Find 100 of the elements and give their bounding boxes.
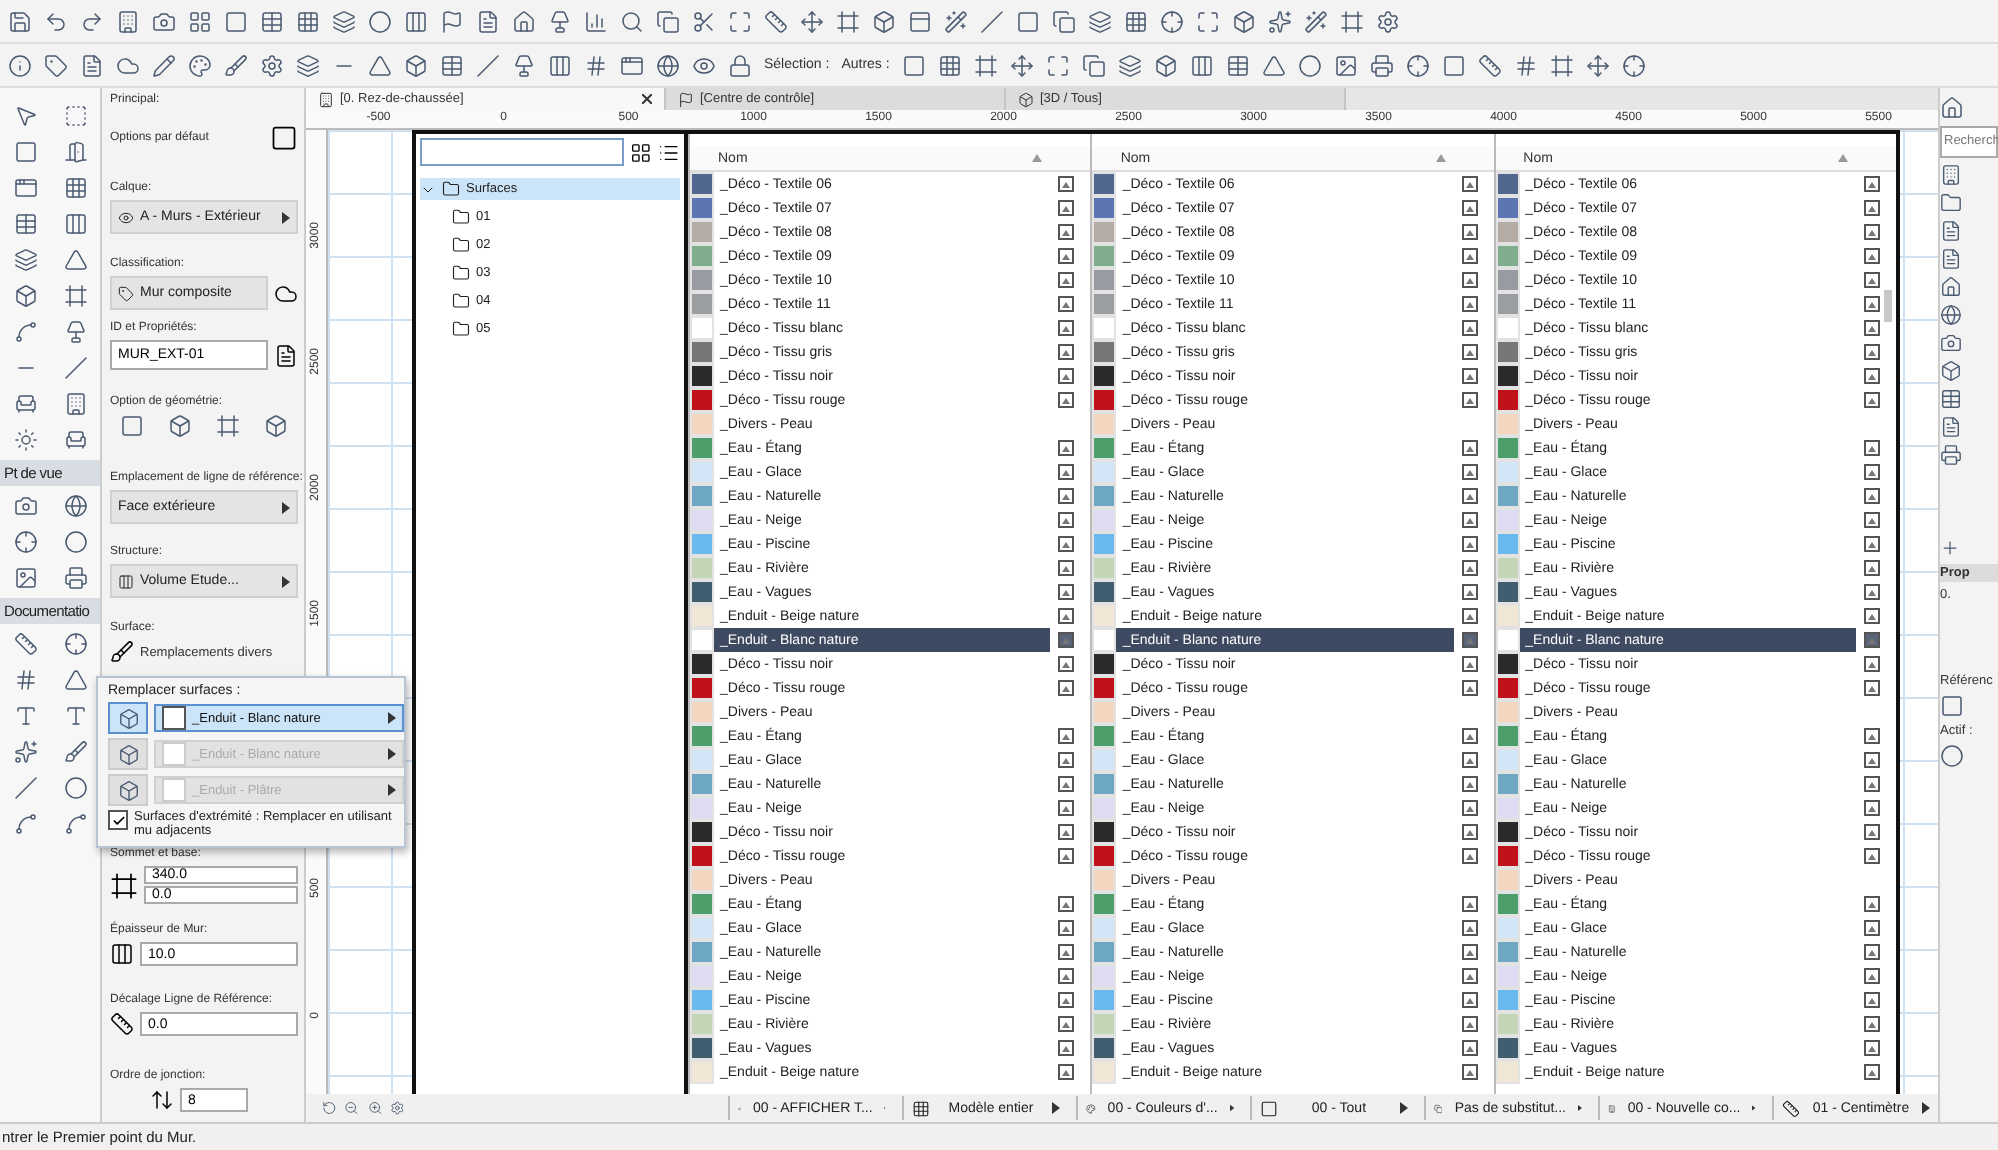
zoom-in-icon[interactable] bbox=[367, 1098, 382, 1118]
sun-icon[interactable] bbox=[13, 428, 37, 452]
roof-icon[interactable] bbox=[63, 248, 87, 272]
grid-icon[interactable] bbox=[188, 9, 212, 33]
cube-icon[interactable] bbox=[264, 414, 289, 438]
curve-icon[interactable] bbox=[13, 320, 37, 344]
crosshair-icon[interactable] bbox=[63, 632, 87, 656]
flag-icon[interactable] bbox=[440, 9, 464, 33]
table-icon[interactable] bbox=[13, 212, 37, 236]
circle-icon[interactable] bbox=[63, 530, 87, 554]
brush-icon[interactable] bbox=[110, 640, 134, 664]
image-icon[interactable] bbox=[13, 566, 37, 590]
wand-icon[interactable] bbox=[944, 9, 968, 33]
layers-icon[interactable] bbox=[1088, 9, 1112, 33]
eye-icon[interactable] bbox=[692, 53, 716, 77]
angle-icon[interactable] bbox=[63, 668, 87, 692]
tag-icon[interactable] bbox=[44, 53, 68, 77]
tag-icon[interactable] bbox=[118, 285, 134, 301]
globe-icon[interactable] bbox=[63, 494, 87, 518]
printer-icon[interactable] bbox=[1940, 444, 1962, 466]
house-icon[interactable] bbox=[1940, 276, 1962, 298]
crosshair-icon[interactable] bbox=[1621, 53, 1646, 77]
line-icon[interactable] bbox=[980, 9, 1004, 33]
chair-icon[interactable] bbox=[13, 392, 37, 416]
line-icon[interactable] bbox=[476, 53, 500, 77]
table-icon[interactable] bbox=[1225, 53, 1250, 77]
panel-icon[interactable] bbox=[908, 9, 932, 33]
globe-icon[interactable] bbox=[656, 53, 680, 77]
square-icon[interactable] bbox=[270, 124, 298, 152]
spline-icon[interactable] bbox=[63, 812, 87, 836]
document-icon[interactable] bbox=[1940, 416, 1962, 438]
marquee-icon[interactable] bbox=[63, 104, 87, 128]
settings-icon[interactable] bbox=[1376, 9, 1400, 33]
camera-icon[interactable] bbox=[1940, 332, 1962, 354]
slab-icon[interactable] bbox=[13, 248, 37, 272]
folder-icon[interactable] bbox=[452, 208, 470, 226]
line-icon[interactable] bbox=[63, 356, 87, 380]
thickness-icon[interactable] bbox=[110, 942, 134, 966]
document-icon[interactable] bbox=[1940, 248, 1962, 270]
grid-view-icon[interactable] bbox=[630, 141, 653, 163]
wand-icon[interactable] bbox=[1304, 9, 1328, 33]
circle-icon[interactable] bbox=[63, 776, 87, 800]
cube-icon[interactable] bbox=[1153, 53, 1178, 77]
cube-icon[interactable] bbox=[108, 702, 148, 734]
copy-icon[interactable] bbox=[656, 9, 680, 33]
cube-icon[interactable] bbox=[1232, 9, 1256, 33]
folder-icon[interactable] bbox=[452, 292, 470, 310]
building-icon[interactable] bbox=[1940, 164, 1962, 186]
grid-icon[interactable] bbox=[937, 53, 962, 77]
move-icon[interactable] bbox=[1585, 53, 1610, 77]
grid-icon[interactable] bbox=[296, 9, 320, 33]
junction-icon[interactable] bbox=[150, 1088, 174, 1112]
ruler-icon[interactable] bbox=[110, 1012, 134, 1036]
flag-icon[interactable] bbox=[678, 91, 694, 107]
triangle-icon[interactable] bbox=[1261, 53, 1286, 77]
lock-icon[interactable] bbox=[728, 53, 752, 77]
circle-icon[interactable] bbox=[1297, 53, 1322, 77]
scissors-icon[interactable] bbox=[692, 9, 716, 33]
triangle-icon[interactable] bbox=[368, 53, 392, 77]
column-icon[interactable] bbox=[63, 212, 87, 236]
undo-icon[interactable] bbox=[44, 9, 68, 33]
palette-icon[interactable] bbox=[188, 53, 212, 77]
hash-icon[interactable] bbox=[1513, 53, 1538, 77]
folder-icon[interactable] bbox=[452, 236, 470, 254]
square-icon[interactable] bbox=[1259, 1099, 1278, 1117]
brush-icon[interactable] bbox=[224, 53, 248, 77]
crosshair-icon[interactable] bbox=[1405, 53, 1430, 77]
ruler-icon[interactable] bbox=[13, 632, 37, 656]
text-icon[interactable] bbox=[13, 704, 37, 728]
hash-icon[interactable] bbox=[13, 668, 37, 692]
search-field[interactable] bbox=[420, 138, 625, 166]
settings-icon[interactable] bbox=[260, 53, 284, 77]
grid-icon[interactable] bbox=[911, 1099, 930, 1117]
table-icon[interactable] bbox=[440, 53, 464, 77]
window-icon[interactable] bbox=[13, 176, 37, 200]
hash-icon[interactable] bbox=[584, 53, 608, 77]
columns-icon[interactable] bbox=[548, 53, 572, 77]
cube-icon[interactable] bbox=[13, 284, 37, 308]
grid-icon[interactable] bbox=[1124, 9, 1148, 33]
image-icon[interactable] bbox=[1333, 53, 1358, 77]
circle-icon[interactable] bbox=[1940, 744, 1964, 768]
folder-icon[interactable] bbox=[452, 264, 470, 282]
ruler-icon[interactable] bbox=[1781, 1099, 1800, 1117]
crosshair-icon[interactable] bbox=[1160, 9, 1184, 33]
move-icon[interactable] bbox=[800, 9, 824, 33]
printer-icon[interactable] bbox=[1369, 53, 1394, 77]
redo-icon[interactable] bbox=[80, 9, 104, 33]
building-icon[interactable] bbox=[63, 392, 87, 416]
bar-chart-icon[interactable] bbox=[584, 9, 608, 33]
scrollbar[interactable] bbox=[1883, 290, 1892, 322]
ruler-icon[interactable] bbox=[764, 9, 788, 33]
cube-icon[interactable] bbox=[167, 414, 192, 438]
checkbox[interactable] bbox=[108, 810, 128, 830]
layers-icon[interactable] bbox=[332, 9, 356, 33]
cube-icon[interactable] bbox=[1018, 91, 1034, 107]
lamp-icon[interactable] bbox=[512, 53, 536, 77]
save-icon[interactable] bbox=[8, 9, 32, 33]
text-icon[interactable] bbox=[63, 704, 87, 728]
table-icon[interactable] bbox=[260, 9, 284, 33]
copy-icon[interactable] bbox=[1052, 9, 1076, 33]
